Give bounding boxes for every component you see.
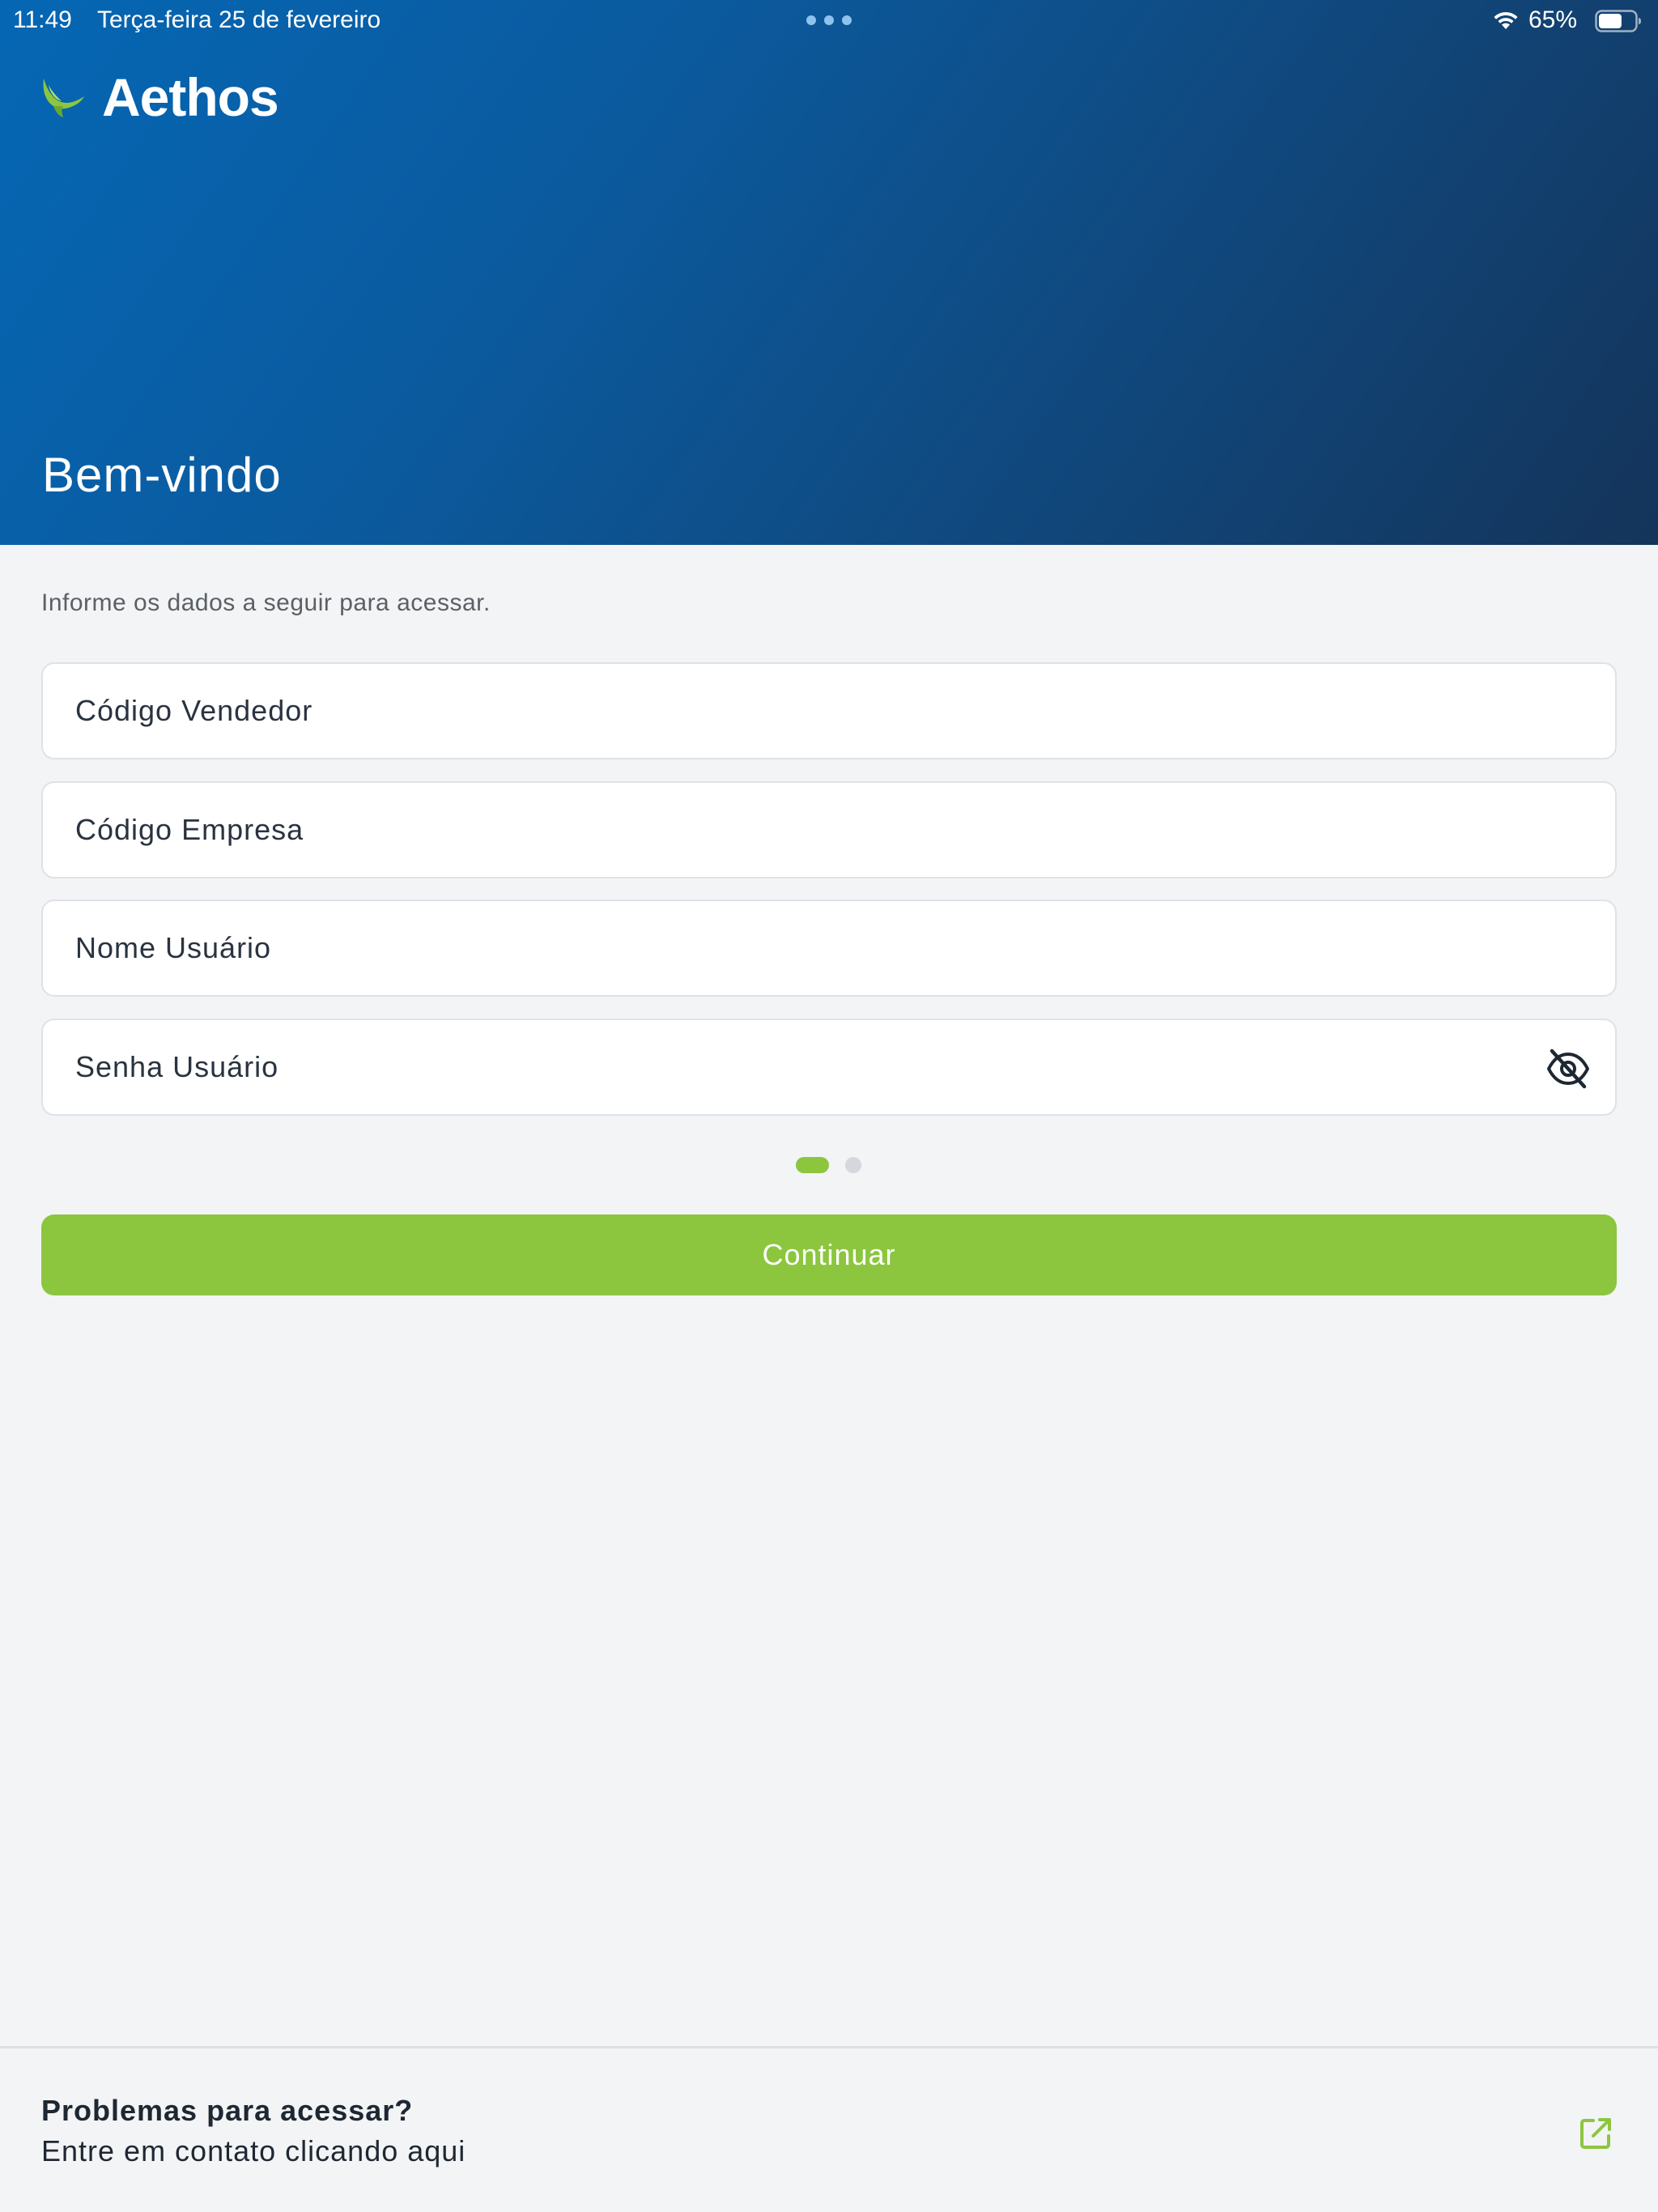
- company-code-input[interactable]: [75, 783, 1615, 877]
- bird-logo-icon: [43, 79, 84, 117]
- vendor-code-field-container: [41, 662, 1617, 759]
- status-bar: 11:49 Terça-feira 25 de fevereiro 65%: [0, 0, 1658, 40]
- continue-button[interactable]: Continuar: [41, 1214, 1617, 1295]
- step-indicator-active: [796, 1157, 829, 1173]
- external-link-icon[interactable]: [1579, 2116, 1613, 2150]
- multitask-dots-icon[interactable]: [806, 15, 852, 25]
- username-field-container: [41, 900, 1617, 997]
- header-banner: 11:49 Terça-feira 25 de fevereiro 65% Ae…: [0, 0, 1658, 545]
- page-title: Bem-vindo: [42, 448, 282, 502]
- wifi-icon: [1494, 11, 1518, 29]
- company-code-field-container: [41, 781, 1617, 878]
- eye-off-icon[interactable]: [1545, 1048, 1591, 1090]
- support-title: Problemas para acessar?: [41, 2094, 414, 2127]
- brand-logo: Aethos: [39, 65, 279, 130]
- status-time: 11:49: [13, 6, 72, 33]
- support-subtitle: Entre em contato clicando aqui: [41, 2134, 466, 2167]
- instructions-text: Informe os dados a seguir para acessar.: [41, 589, 491, 616]
- brand-name: Aethos: [102, 67, 279, 127]
- step-indicator-inactive: [845, 1157, 861, 1173]
- battery-percentage: 65%: [1528, 6, 1578, 33]
- step-indicator: [796, 1157, 862, 1173]
- login-screen: 11:49 Terça-feira 25 de fevereiro 65% Ae…: [0, 0, 1658, 2212]
- support-contact-link[interactable]: Problemas para acessar? Entre em contato…: [0, 2046, 1658, 2212]
- status-date: Terça-feira 25 de fevereiro: [97, 6, 381, 33]
- vendor-code-input[interactable]: [75, 664, 1615, 758]
- password-field-container: [41, 1019, 1617, 1116]
- battery-icon: [1595, 10, 1641, 32]
- username-input[interactable]: [75, 901, 1615, 995]
- password-input[interactable]: [75, 1020, 1542, 1114]
